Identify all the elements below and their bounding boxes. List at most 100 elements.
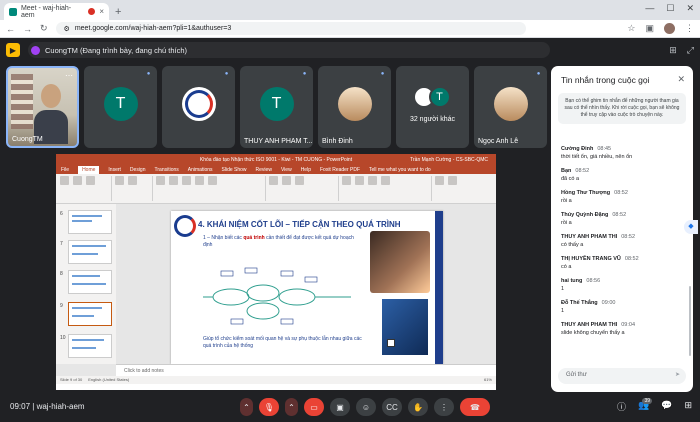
chat-message: THUY ANH PHAM THI 09:04 slide không chuyển… <box>561 322 635 336</box>
speaking-icon: ● <box>300 70 309 79</box>
menu-animations[interactable]: Animations <box>188 167 213 173</box>
site-info-icon[interactable]: ⚙ <box>64 25 70 33</box>
leave-call-icon[interactable]: ☎ <box>460 398 490 416</box>
chat-icon[interactable]: 💬 <box>661 400 672 413</box>
activities-side-icon[interactable]: ◆ <box>684 220 698 234</box>
participant-tile[interactable]: ● <box>162 66 235 148</box>
new-tab-button[interactable]: + <box>115 6 121 18</box>
participant-tile[interactable]: ● Ngọc Anh Lê <box>474 66 547 148</box>
participant-name: Ngọc Anh Lê <box>478 138 519 145</box>
powerpoint-ribbon <box>56 174 496 204</box>
slide-thumbnail[interactable]: 6 <box>60 210 112 234</box>
slide-thumbnail[interactable]: 10 <box>60 334 112 358</box>
chat-input[interactable]: Gửi thư ➤ <box>558 368 686 384</box>
forward-icon[interactable]: → <box>23 24 32 34</box>
menu-insert[interactable]: Insert <box>108 167 121 173</box>
back-icon[interactable]: ← <box>6 24 15 34</box>
presentation-icon[interactable]: ▶ <box>6 43 20 57</box>
present-screen-icon[interactable]: ▣ <box>330 398 350 416</box>
process-diagram <box>203 267 351 325</box>
chat-message: THỊ HUYỀN TRANG VŨ 08:52 có a <box>561 256 639 270</box>
shared-screen: Khóa đào tạo Nhận thức ISO 9001 - Kiwi -… <box>56 154 496 390</box>
menu-design[interactable]: Design <box>130 167 146 173</box>
emoji-icon[interactable]: ☺ <box>356 398 376 416</box>
participant-tile[interactable]: ● T THUY ANH PHAM T... <box>240 66 313 148</box>
layout-icon[interactable]: ⊞ <box>669 45 677 56</box>
chat-message: Cường Đinh 08:45 thời tiết ổn, giá nhiều, … <box>561 146 633 160</box>
presenter-banner[interactable]: CuongTM (Đang trình bày, đang chú thích) <box>28 42 550 58</box>
menu-file[interactable]: File <box>61 167 69 173</box>
maximize-icon[interactable]: ☐ <box>666 3 674 14</box>
powerpoint-workspace: 6 7 8 9 10 4. KHÁI NIỆM CỐT LÕI – TIẾP C… <box>56 204 496 384</box>
tab-close-icon[interactable]: × <box>99 7 104 16</box>
meeting-details-icon[interactable]: ⓘ <box>617 400 626 413</box>
camera-off-icon[interactable]: ▭ <box>304 398 324 416</box>
organization-logo-avatar <box>181 87 216 121</box>
url-field[interactable]: ⚙ meet.google.com/waj-hiah-aem?pli=1&aut… <box>55 22 526 35</box>
meet-favicon-icon <box>9 7 17 16</box>
participant-name: THUY ANH PHAM T... <box>244 138 313 145</box>
fullscreen-icon[interactable]: ⤢ <box>687 45 694 56</box>
close-chat-icon[interactable]: ✕ <box>677 74 685 85</box>
chat-panel: Tin nhắn trong cuộc gọi ✕ Bạn có thể ghi… <box>551 66 693 392</box>
menu-review[interactable]: Review <box>256 167 272 173</box>
minimize-icon[interactable]: — <box>645 3 654 14</box>
current-slide[interactable]: 4. KHÁI NIỆM CỐT LÕI – TIẾP CẬN THEO QUÁ… <box>171 211 443 364</box>
video-options-chevron-icon[interactable]: ⌃ <box>285 398 298 416</box>
chat-scrollbar[interactable] <box>689 286 691 356</box>
participant-initial-avatar: T <box>103 87 138 121</box>
menu-help[interactable]: Help <box>301 167 311 173</box>
meeting-info: 09:07 | waj-hiah-aem <box>10 402 85 411</box>
close-window-icon[interactable]: ✕ <box>686 3 694 14</box>
participant-photo-avatar <box>493 87 528 121</box>
slide-thumbnail-selected[interactable]: 9 <box>60 302 112 326</box>
raise-hand-icon[interactable]: ✋ <box>408 398 428 416</box>
menu-transitions[interactable]: Transitions <box>155 167 179 173</box>
more-options-icon[interactable]: ⋯ <box>65 71 73 80</box>
powerpoint-menu: File Home Insert Design Transitions Anim… <box>56 165 496 174</box>
participant-tile-self[interactable]: ⋯ CuongTM <box>6 66 79 148</box>
slide-thumbnail[interactable]: 8 <box>60 270 112 294</box>
powerpoint-status-bar: Slide 9 of 30 English (United States) 61… <box>56 376 496 384</box>
presenter-avatar <box>31 45 40 55</box>
browser-menu-icon[interactable]: ⋮ <box>685 23 694 34</box>
panel-controls: ⓘ 👥 39 💬 ⊞ <box>617 398 692 413</box>
meet-bottom-bar: 09:07 | waj-hiah-aem ⌃ 🎙 ⌃ ▭ ▣ ☺ CC ✋ ⋮ … <box>0 394 700 422</box>
ribbon-drawing <box>342 176 432 201</box>
chat-messages: Cường Đinh 08:45 thời tiết ổn, giá nhiều, … <box>561 146 685 344</box>
menu-view[interactable]: View <box>281 167 292 173</box>
slide-bullet: 1 – Nhận biết các quá trình cần thiết để… <box>203 235 354 248</box>
more-options-icon[interactable]: ⋮ <box>434 398 454 416</box>
slide-thumbnail[interactable]: 7 <box>60 240 112 264</box>
send-icon[interactable]: ➤ <box>675 371 680 378</box>
tab-title: Meet - waj-hiah-aem <box>20 4 72 19</box>
reload-icon[interactable]: ↻ <box>40 23 48 34</box>
current-time: 09:07 <box>10 402 31 411</box>
captions-icon[interactable]: CC <box>382 398 402 416</box>
slide-thumbnails: 6 7 8 9 10 <box>56 204 116 364</box>
participant-count-badge: 39 <box>642 398 652 404</box>
participant-tile[interactable]: ● Bình Đinh <box>318 66 391 148</box>
profile-avatar[interactable] <box>664 23 675 34</box>
browser-tab[interactable]: Meet - waj-hiah-aem × <box>4 3 109 20</box>
participant-tile-others[interactable]: T 32 người khác <box>396 66 469 148</box>
zoom-level[interactable]: 61% <box>484 377 492 383</box>
ribbon-paragraph <box>269 176 339 201</box>
presenter-photo-image <box>370 231 430 293</box>
ribbon-slides <box>115 176 153 201</box>
speaking-icon: ● <box>144 70 153 79</box>
audio-options-chevron-icon[interactable]: ⌃ <box>240 398 253 416</box>
participant-tile[interactable]: ● T <box>84 66 157 148</box>
layout-actions: ⊞ ⤢ <box>669 45 694 56</box>
menu-foxit[interactable]: Foxit Reader PDF <box>320 167 360 173</box>
activities-icon[interactable]: ⊞ <box>684 400 692 413</box>
bookmark-star-icon[interactable]: ☆ <box>627 23 635 34</box>
extensions-icon[interactable]: ▣ <box>645 23 654 34</box>
mic-off-icon[interactable]: 🎙 <box>259 398 279 416</box>
language-status: English (United States) <box>88 377 130 382</box>
menu-slide-show[interactable]: Slide Show <box>222 167 247 173</box>
menu-home[interactable]: Home <box>78 165 100 174</box>
menu-tell-me[interactable]: Tell me what you want to do <box>369 167 431 173</box>
notes-pane[interactable]: Click to add notes <box>116 364 496 376</box>
browser-tab-bar: Meet - waj-hiah-aem × + — ☐ ✕ <box>0 0 700 20</box>
